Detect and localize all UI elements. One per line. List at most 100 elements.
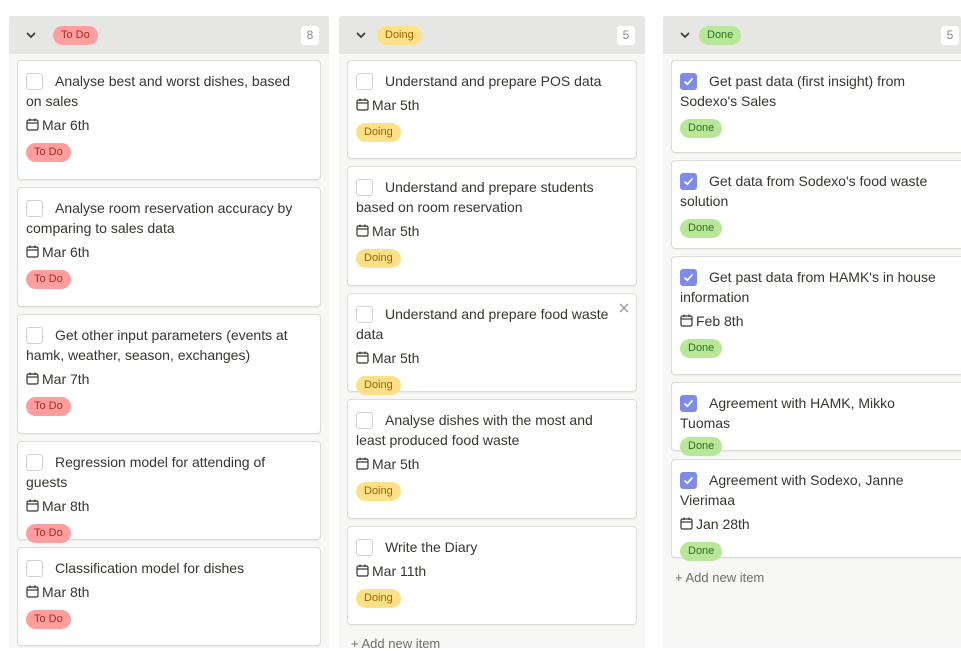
card-date: Mar 8th	[42, 584, 90, 600]
card-title: Get other input parameters (events at ha…	[26, 327, 288, 363]
card-title: Classification model for dishes	[55, 560, 245, 576]
status-chip: Done	[680, 119, 723, 138]
checkbox-checked[interactable]	[680, 269, 697, 286]
checkbox[interactable]	[356, 412, 373, 429]
status-tag-doing: Doing	[377, 26, 422, 45]
status-chip: Doing	[356, 123, 401, 142]
card-title: Understand and prepare POS data	[385, 73, 602, 89]
card-title: Understand and prepare students based on…	[356, 179, 594, 215]
card-date: Mar 5th	[372, 97, 420, 113]
card-list: Analyse best and worst dishes, based on …	[9, 54, 329, 648]
card-count: 8	[301, 26, 319, 45]
card-date: Mar 6th	[42, 117, 90, 133]
card[interactable]: Analyse dishes with the most and least p…	[347, 399, 637, 519]
checkbox[interactable]	[356, 539, 373, 556]
calendar-icon	[26, 585, 39, 598]
status-chip: Doing	[356, 589, 401, 608]
card-title: Agreement with Sodexo, Janne Vierimaa	[680, 472, 904, 508]
status-chip: To Do	[26, 610, 71, 629]
status-chip: To Do	[26, 524, 71, 543]
card[interactable]: Get data from Sodexo's food waste soluti…	[671, 160, 961, 249]
checkmark-icon	[683, 77, 694, 86]
kanban-board: To Do 8 Analyse best and worst dishes, b…	[0, 0, 961, 651]
calendar-icon	[356, 351, 369, 364]
card-title: Understand and prepare food waste data	[356, 306, 609, 342]
card[interactable]: Agreement with HAMK, Mikko Tuomas Done	[671, 382, 961, 456]
card[interactable]: Classification model for dishes Mar 8th …	[17, 547, 321, 646]
close-icon[interactable]	[618, 302, 630, 314]
card-date: Mar 5th	[372, 456, 420, 472]
checkbox[interactable]	[26, 200, 43, 217]
checkbox-checked[interactable]	[680, 73, 697, 90]
chevron-down-icon[interactable]	[355, 29, 367, 41]
card-title: Agreement with HAMK, Mikko Tuomas	[680, 395, 895, 431]
checkbox-checked[interactable]	[680, 395, 697, 412]
card[interactable]: Understand and prepare students based on…	[347, 166, 637, 286]
card[interactable]: Get other input parameters (events at ha…	[17, 314, 321, 434]
card-date: Mar 7th	[42, 371, 90, 387]
status-chip: Doing	[356, 249, 401, 268]
checkbox[interactable]	[26, 454, 43, 471]
card-title: Regression model for attending of guests	[26, 454, 266, 490]
card-date: Mar 8th	[42, 498, 90, 514]
card-date: Mar 11th	[372, 563, 427, 579]
calendar-icon	[26, 118, 39, 131]
status-tag-done: Done	[699, 26, 742, 45]
card-date: Jan 28th	[696, 516, 750, 532]
card-count: 5	[941, 26, 959, 45]
calendar-icon	[26, 499, 39, 512]
status-tag-todo: To Do	[53, 26, 98, 45]
checkbox[interactable]	[356, 306, 373, 323]
status-chip: Done	[680, 542, 723, 561]
status-chip: Done	[680, 437, 723, 456]
card-title: Get data from Sodexo's food waste soluti…	[680, 173, 928, 209]
calendar-icon	[356, 98, 369, 111]
card[interactable]: Agreement with Sodexo, Janne Vierimaa Ja…	[671, 459, 961, 561]
card-count: 5	[617, 26, 635, 45]
checkmark-icon	[683, 273, 694, 282]
add-new-item-button[interactable]: + Add new item	[351, 636, 440, 651]
checkbox-checked[interactable]	[680, 472, 697, 489]
checkbox[interactable]	[26, 327, 43, 344]
checkbox[interactable]	[356, 179, 373, 196]
card[interactable]: Get past data from HAMK's in house infor…	[671, 256, 961, 375]
card[interactable]: Write the Diary Mar 11th Doing	[347, 526, 637, 625]
card-title: Get past data from HAMK's in house infor…	[680, 269, 936, 305]
checkmark-icon	[683, 177, 694, 186]
checkmark-icon	[683, 399, 694, 408]
calendar-icon	[356, 564, 369, 577]
card[interactable]: Understand and prepare food waste data M…	[347, 293, 637, 395]
status-chip: To Do	[26, 143, 71, 162]
status-chip: To Do	[26, 270, 71, 289]
chevron-down-icon[interactable]	[679, 29, 691, 41]
column-todo: To Do 8 Analyse best and worst dishes, b…	[9, 16, 329, 648]
calendar-icon	[680, 517, 693, 530]
card[interactable]: Analyse best and worst dishes, based on …	[17, 60, 321, 180]
card[interactable]: Understand and prepare POS data Mar 5th …	[347, 60, 637, 159]
card-date: Mar 6th	[42, 244, 90, 260]
chevron-down-icon[interactable]	[25, 29, 37, 41]
status-chip: Doing	[356, 482, 401, 501]
calendar-icon	[26, 245, 39, 258]
status-chip: To Do	[26, 397, 71, 416]
checkbox-checked[interactable]	[680, 173, 697, 190]
card[interactable]: Regression model for attending of guests…	[17, 441, 321, 543]
card-list: Get past data (first insight) from Sodex…	[663, 54, 961, 648]
card-date: Mar 5th	[372, 223, 420, 239]
calendar-icon	[356, 457, 369, 470]
add-new-item-button[interactable]: + Add new item	[675, 570, 764, 585]
checkmark-icon	[683, 476, 694, 485]
checkbox[interactable]	[26, 73, 43, 90]
checkbox[interactable]	[26, 560, 43, 577]
card-title: Write the Diary	[385, 539, 478, 555]
card-title: Analyse best and worst dishes, based on …	[26, 73, 291, 109]
card-title: Analyse room reservation accuracy by com…	[26, 200, 293, 236]
calendar-icon	[680, 314, 693, 327]
card[interactable]: Analyse room reservation accuracy by com…	[17, 187, 321, 307]
calendar-icon	[26, 372, 39, 385]
card[interactable]: Get past data (first insight) from Sodex…	[671, 60, 961, 153]
card-date: Mar 5th	[372, 350, 420, 366]
card-date: Feb 8th	[696, 313, 744, 329]
column-header-doing: Doing 5	[339, 16, 645, 54]
checkbox[interactable]	[356, 73, 373, 90]
